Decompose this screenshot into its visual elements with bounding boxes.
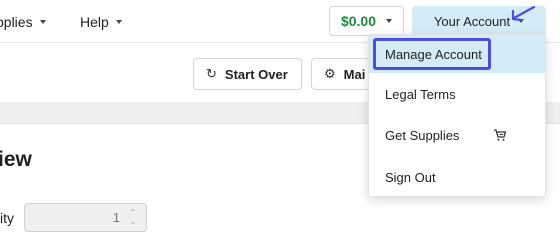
menu-item-sign-out[interactable]: Sign Out [369, 158, 545, 196]
menu-item-manage-account[interactable]: Manage Account [369, 35, 545, 73]
quantity-stepper[interactable]: 1 ⌃ ⌄ [24, 203, 147, 232]
menu-item-get-supplies[interactable]: Get Supplies [369, 116, 545, 154]
start-over-button[interactable]: ↻ Start Over [193, 58, 302, 90]
balance-amount: $0.00 [340, 13, 377, 29]
menu-item-label: Sign Out [385, 169, 436, 185]
toolbar-settings-label: Mai [343, 66, 366, 82]
quantity-value: 1 [112, 210, 120, 225]
chevron-down-icon [115, 20, 122, 24]
menu-item-label: Legal Terms [385, 86, 456, 102]
account-label: Your Account [433, 13, 511, 29]
balance-button[interactable]: $0.00 [329, 6, 404, 36]
menu-item-label: Manage Account [385, 46, 482, 62]
pointer-arrow-icon [511, 5, 536, 22]
nav-help-label: Help [80, 14, 109, 30]
cart-icon [494, 129, 507, 141]
page-heading: iew [0, 148, 32, 171]
account-dropdown-menu: Manage Account Legal Terms Get Supplies … [368, 34, 546, 197]
quantity-label: ity [0, 210, 14, 226]
gear-icon: ⚙ [324, 66, 336, 81]
menu-item-label: Get Supplies [385, 127, 460, 143]
nav-supplies-menu[interactable]: pplies [0, 13, 46, 31]
menu-item-legal-terms[interactable]: Legal Terms [369, 75, 545, 113]
nav-help-menu[interactable]: Help [80, 13, 122, 31]
chevron-down-icon [39, 20, 46, 24]
nav-supplies-label: pplies [0, 14, 33, 30]
stepper-arrows-icon[interactable]: ⌃ ⌄ [129, 208, 137, 227]
chevron-down-icon [386, 19, 393, 23]
refresh-icon: ↻ [206, 66, 217, 81]
start-over-label: Start Over [224, 66, 288, 82]
